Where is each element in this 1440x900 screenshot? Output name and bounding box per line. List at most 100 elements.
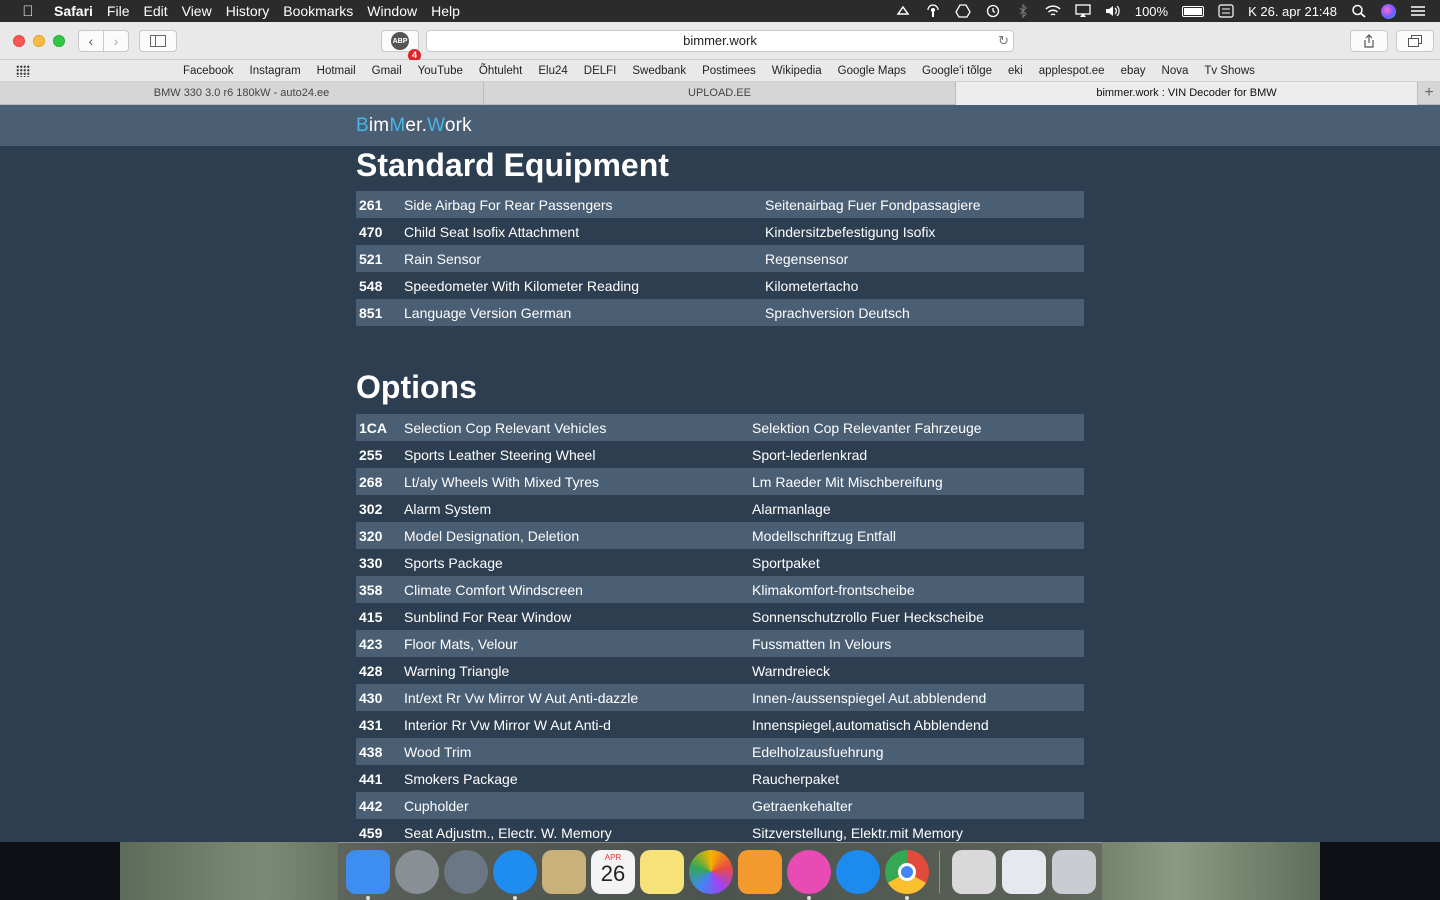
menu-app-safari[interactable]: Safari: [54, 3, 103, 19]
english-description: Interior Rr Vw Mirror W Aut Anti-d: [404, 716, 611, 733]
logo-part: im: [368, 115, 390, 136]
keyboard-input-icon[interactable]: [1218, 4, 1234, 18]
fullscreen-window-button[interactable]: [53, 35, 65, 47]
reload-icon[interactable]: ↻: [998, 31, 1009, 51]
chrome-icon[interactable]: [885, 850, 929, 894]
forward-button[interactable]: ›: [103, 30, 129, 52]
german-description: Innen-/aussenspiegel Aut.abblendend: [752, 689, 987, 706]
bookmark-nova[interactable]: Nova: [1154, 65, 1197, 77]
german-description: Raucherpaket: [752, 770, 840, 787]
logo-part: ork: [444, 115, 472, 136]
menu-window[interactable]: Window: [367, 3, 427, 19]
tab-bimmer-work[interactable]: bimmer.work : VIN Decoder for BMW: [956, 82, 1418, 105]
plus-icon: +: [1424, 84, 1434, 101]
bookmark-elu24[interactable]: Elu24: [530, 65, 575, 77]
bookmark-youtube[interactable]: YouTube: [410, 65, 471, 77]
option-code: 320: [359, 527, 383, 544]
safari-icon[interactable]: [493, 850, 537, 894]
bookmark-google-i-tõlge[interactable]: Google'i tõlge: [914, 65, 1000, 77]
finder-icon[interactable]: [346, 850, 390, 894]
apple-logo-icon[interactable]: : [0, 3, 56, 20]
menu-help[interactable]: Help: [431, 3, 470, 19]
german-description: Sitzverstellung, Elektr.mit Memory: [752, 824, 963, 841]
music-folder-icon[interactable]: [952, 850, 996, 894]
show-tabs-button[interactable]: [1396, 30, 1434, 52]
photos-icon[interactable]: [689, 850, 733, 894]
top-sites-grid-icon[interactable]: [16, 65, 30, 77]
launchpad-icon[interactable]: [444, 850, 488, 894]
option-code: 851: [359, 304, 383, 321]
table-row: 268 Lt/aly Wheels With Mixed Tyres Lm Raed…: [356, 468, 1084, 495]
notes-icon[interactable]: [640, 850, 684, 894]
logo-part: B: [356, 115, 369, 136]
spotlight-search-icon[interactable]: [1351, 4, 1367, 18]
back-button[interactable]: ‹: [78, 30, 104, 52]
google-drive-icon[interactable]: [955, 4, 971, 18]
german-description: Sonnenschutzrollo Fuer Heckscheibe: [752, 608, 984, 625]
url-text: bimmer.work: [683, 33, 757, 48]
bookmark-postimees[interactable]: Postimees: [694, 65, 764, 77]
close-window-button[interactable]: [13, 35, 25, 47]
table-row: 459 Seat Adjustm., Electr. W. Memory Sitzv…: [356, 819, 1084, 842]
bluetooth-icon[interactable]: [1015, 3, 1031, 19]
table-row: 428 Warning Triangle Warndreieck: [356, 657, 1084, 684]
german-description: Getraenkehalter: [752, 797, 853, 814]
table-row: 441 Smokers Package Raucherpaket: [356, 765, 1084, 792]
english-description: Sports Package: [404, 554, 503, 571]
dock-separator: [939, 851, 940, 893]
bookmark-swedbank[interactable]: Swedbank: [624, 65, 694, 77]
bookmark-delfi[interactable]: DELFI: [576, 65, 625, 77]
menu-bookmarks[interactable]: Bookmarks: [283, 3, 363, 19]
bookmark-eki[interactable]: eki: [1000, 65, 1031, 77]
site-logo[interactable]: BimMer.Work: [356, 115, 472, 137]
english-description: Child Seat Isofix Attachment: [404, 223, 580, 240]
bookmark-ebay[interactable]: ebay: [1113, 65, 1154, 77]
new-tab-button[interactable]: +: [1418, 82, 1440, 105]
calendar-icon[interactable]: APR 26: [591, 850, 635, 894]
chevron-right-icon: ›: [113, 33, 119, 49]
menu-file[interactable]: File: [107, 3, 140, 19]
battery-icon[interactable]: [1182, 5, 1205, 17]
english-description: Speedometer With Kilometer Reading: [404, 277, 640, 294]
bookmark-facebook[interactable]: Facebook: [175, 65, 242, 77]
sidebar-toggle-button[interactable]: [139, 30, 177, 52]
standard-equipment-heading: Standard Equipment: [356, 147, 669, 183]
share-button[interactable]: [1350, 30, 1388, 52]
tab-auto24[interactable]: BMW 330 3.0 r6 180kW - auto24.ee: [0, 82, 484, 105]
itunes-window-icon[interactable]: [1002, 850, 1046, 894]
mail-icon[interactable]: [542, 850, 586, 894]
notification-center-icon[interactable]: [1410, 4, 1426, 18]
bookmark-gmail[interactable]: Gmail: [364, 65, 410, 77]
bookmark-google-maps[interactable]: Google Maps: [830, 65, 914, 77]
bookmark-applespot-ee[interactable]: applespot.ee: [1031, 65, 1113, 77]
cloud-sync-icon[interactable]: [895, 4, 911, 18]
bookmark-tv-shows[interactable]: Tv Shows: [1196, 65, 1263, 77]
english-description: Cupholder: [404, 797, 469, 814]
wifi-icon[interactable]: [1045, 4, 1061, 18]
menu-view[interactable]: View: [182, 3, 222, 19]
menubar-clock[interactable]: K 26. apr 21:48: [1248, 4, 1337, 19]
menu-history[interactable]: History: [226, 3, 280, 19]
siri-icon[interactable]: [1381, 3, 1396, 19]
airplay-icon[interactable]: [1075, 4, 1091, 18]
bookmark-hotmail[interactable]: Hotmail: [309, 65, 364, 77]
tab-upload-ee[interactable]: UPLOAD.EE: [484, 82, 956, 105]
volume-icon[interactable]: [1105, 4, 1121, 18]
bookmark-wikipedia[interactable]: Wikipedia: [764, 65, 830, 77]
address-bar[interactable]: bimmer.work ↻: [426, 30, 1014, 52]
system-preferences-icon[interactable]: [395, 850, 439, 894]
trash-icon[interactable]: [1052, 850, 1096, 894]
menu-edit[interactable]: Edit: [143, 3, 177, 19]
german-description: Regensensor: [765, 250, 849, 267]
battery-percent[interactable]: 100%: [1135, 4, 1168, 19]
german-description: Lm Raeder Mit Mischbereifung: [752, 473, 943, 490]
itunes-icon[interactable]: [787, 850, 831, 894]
bookmark-instagram[interactable]: Instagram: [242, 65, 309, 77]
minimize-window-button[interactable]: [33, 35, 45, 47]
table-row: 442 Cupholder Getraenkehalter: [356, 792, 1084, 819]
app-store-icon[interactable]: [836, 850, 880, 894]
pages-icon[interactable]: [738, 850, 782, 894]
airport-icon[interactable]: [925, 4, 941, 18]
time-machine-icon[interactable]: [985, 4, 1001, 18]
bookmark-õhtuleht[interactable]: Õhtuleht: [471, 65, 530, 77]
